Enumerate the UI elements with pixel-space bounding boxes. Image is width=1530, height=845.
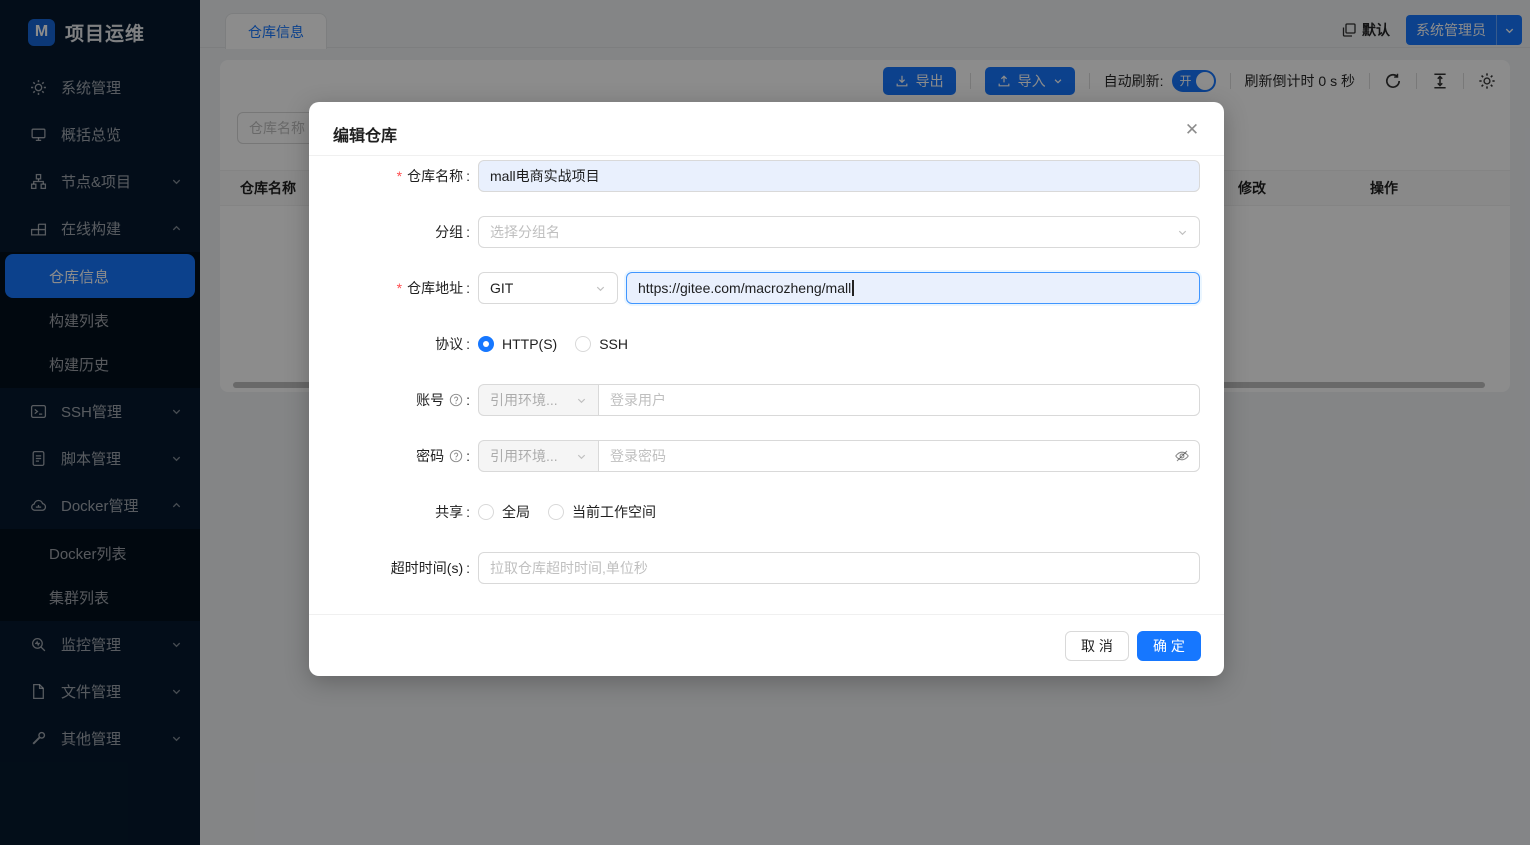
- timeout-label: 超时时间(s):: [390, 560, 470, 576]
- cancel-button[interactable]: 取 消: [1065, 630, 1129, 661]
- repo-type-select[interactable]: GIT: [478, 272, 618, 304]
- account-env-select[interactable]: 引用环境...: [478, 384, 598, 416]
- edit-repository-modal: 编辑仓库 ✕ * 仓库名称: 分组: 选择分组名: [309, 102, 1224, 676]
- password-env-value: 引用环境...: [490, 448, 558, 464]
- close-icon[interactable]: ✕: [1180, 118, 1204, 142]
- repository-url-input[interactable]: https://gitee.com/macrozheng/mall: [626, 272, 1200, 304]
- divider: [309, 155, 1224, 156]
- group-select[interactable]: 选择分组名: [478, 216, 1200, 248]
- question-circle-icon[interactable]: [449, 393, 463, 407]
- password-input[interactable]: [598, 440, 1200, 472]
- chevron-down-icon: [576, 451, 587, 462]
- account-label: 账号 :: [416, 392, 470, 408]
- radio-dot: [548, 504, 564, 520]
- name-label: * 仓库名称:: [396, 168, 470, 184]
- protocol-radio-ssh[interactable]: SSH: [575, 336, 628, 352]
- repository-name-input[interactable]: [478, 160, 1200, 192]
- form-row-timeout: 超时时间(s):: [333, 552, 1200, 584]
- protocol-radio-https[interactable]: HTTP(S): [478, 336, 557, 352]
- group-select-placeholder: 选择分组名: [490, 224, 560, 240]
- form-row-account: 账号 : 引用环境...: [333, 384, 1200, 416]
- required-mark: *: [396, 280, 403, 296]
- edit-repository-form: * 仓库名称: 分组: 选择分组名 *: [309, 160, 1224, 608]
- radio-dot: [575, 336, 592, 352]
- share-radio-global[interactable]: 全局: [478, 502, 530, 522]
- eye-invisible-icon[interactable]: [1174, 448, 1190, 464]
- required-mark: *: [396, 168, 403, 184]
- chevron-down-icon: [595, 283, 606, 294]
- timeout-input[interactable]: [478, 552, 1200, 584]
- chevron-down-icon: [1177, 227, 1188, 238]
- confirm-button[interactable]: 确 定: [1137, 630, 1201, 661]
- share-label: 共享:: [435, 504, 470, 520]
- repo-type-value: GIT: [490, 280, 514, 296]
- text-cursor: [852, 280, 854, 296]
- protocol-label: 协议:: [435, 336, 470, 352]
- account-env-value: 引用环境...: [490, 392, 558, 408]
- password-label: 密码 :: [416, 448, 470, 464]
- form-row-share: 共享: 全局 当前工作空间: [333, 496, 1200, 528]
- share-radio-current-workspace[interactable]: 当前工作空间: [548, 502, 656, 522]
- account-input[interactable]: [598, 384, 1200, 416]
- modal-footer: 取 消 确 定: [309, 615, 1224, 676]
- group-label: 分组:: [435, 224, 470, 240]
- chevron-down-icon: [576, 395, 587, 406]
- radio-dot: [478, 336, 494, 352]
- url-label: * 仓库地址:: [396, 280, 470, 296]
- form-row-password: 密码 : 引用环境...: [333, 440, 1200, 472]
- repository-url-value: https://gitee.com/macrozheng/mall: [638, 280, 852, 296]
- form-row-name: * 仓库名称:: [333, 160, 1200, 192]
- form-row-group: 分组: 选择分组名: [333, 216, 1200, 248]
- form-row-protocol: 协议: HTTP(S) SSH: [333, 328, 1200, 360]
- form-row-url: * 仓库地址: GIT https://gitee.com/macrozheng…: [333, 272, 1200, 304]
- question-circle-icon[interactable]: [449, 449, 463, 463]
- password-env-select[interactable]: 引用环境...: [478, 440, 598, 472]
- radio-dot: [478, 504, 494, 520]
- modal-title: 编辑仓库: [333, 128, 398, 145]
